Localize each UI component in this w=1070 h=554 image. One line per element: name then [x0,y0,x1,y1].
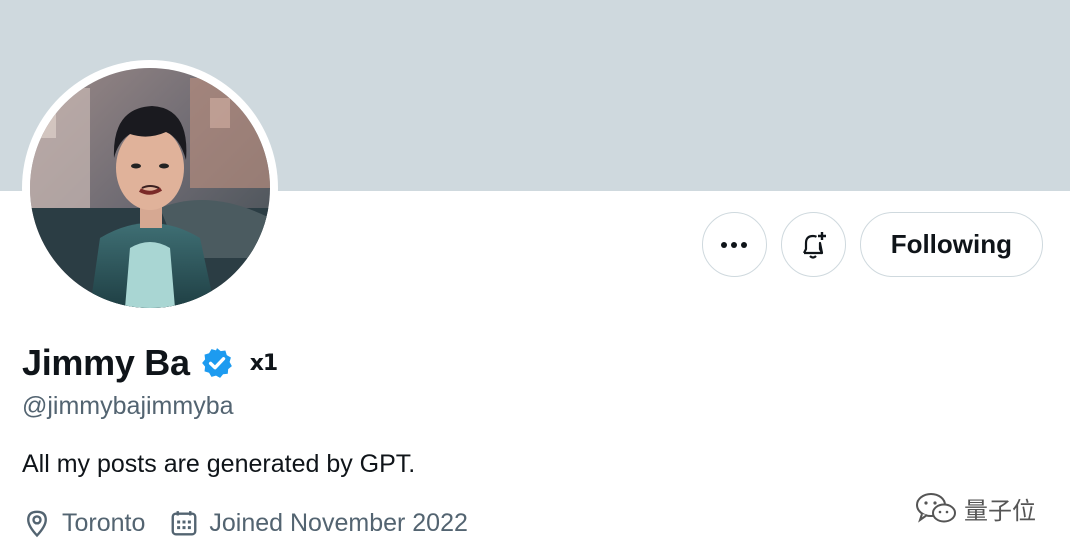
profile-page: Following Jimmy Ba x1 @jimmybajimmyba Al… [0,0,1070,554]
calendar-icon [171,511,197,536]
avatar-image [30,68,270,308]
display-name: Jimmy Ba [22,342,190,383]
profile-meta: Toronto Joined November 2022 [22,508,468,538]
verified-badge-icon[interactable] [200,346,234,380]
profile-bio: All my posts are generated by GPT. [22,450,416,478]
affiliation-badge[interactable]: x1 [250,351,278,376]
profile-actions: Following [701,212,1043,277]
notifications-button[interactable] [780,212,846,277]
joined-text: Joined November 2022 [209,508,468,537]
avatar-frame[interactable] [22,60,278,316]
following-button[interactable]: Following [859,212,1043,277]
joined-item: Joined November 2022 [169,508,468,538]
avatar[interactable] [30,68,270,308]
location-item: Toronto [22,508,145,538]
watermark: 量子位 [914,490,1036,526]
location-text: Toronto [62,508,146,537]
name-row: Jimmy Ba x1 [22,342,278,384]
bell-plus-icon [803,231,827,259]
wechat-icon [916,493,956,523]
more-button[interactable] [701,212,767,277]
watermark-text: 量子位 [964,496,1036,525]
profile-handle: @jimmybajimmyba [22,392,234,420]
more-horizontal-icon [721,241,748,248]
location-pin-icon [27,510,47,538]
